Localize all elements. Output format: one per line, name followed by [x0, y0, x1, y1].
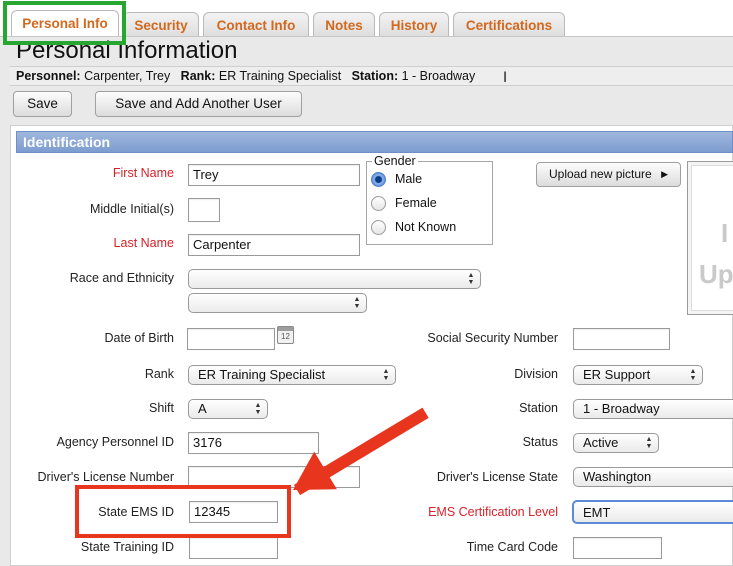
- station-summary-value: 1 - Broadway: [401, 69, 476, 83]
- middle-initial-field[interactable]: [188, 198, 220, 222]
- status-value: Active: [583, 435, 619, 450]
- status-select[interactable]: Active ▲ ▼: [573, 433, 659, 453]
- gender-female-label: Female: [395, 196, 437, 210]
- select-arrows-icon: ▲ ▼: [353, 296, 361, 310]
- upload-new-picture-button[interactable]: Upload new picture ▶: [536, 162, 681, 187]
- gender-male-radio[interactable]: [371, 172, 386, 187]
- rank-select[interactable]: ER Training Specialist ▲ ▼: [188, 365, 396, 385]
- state-training-id-label: State Training ID: [80, 540, 174, 554]
- station-summary-label: Station:: [351, 69, 399, 83]
- picture-placeholder-text-1: I: [721, 218, 729, 248]
- personnel-summary-bar: Personnel: Carpenter, Trey Rank: ER Trai…: [10, 66, 733, 86]
- state-training-id-field[interactable]: [189, 537, 278, 559]
- rank-summary-value: ER Training Specialist: [218, 69, 342, 83]
- personnel-label: Personnel:: [16, 69, 81, 83]
- ems-certification-level-label: EMS Certification Level: [428, 505, 558, 519]
- ems-certification-level-select[interactable]: EMT: [572, 500, 733, 524]
- agency-personnel-id-field[interactable]: 3176: [188, 432, 319, 454]
- gender-not-known-radio[interactable]: [371, 220, 386, 235]
- tab-history[interactable]: History: [379, 12, 449, 38]
- select-arrows-icon: ▲ ▼: [382, 368, 390, 382]
- identification-section-header: Identification: [16, 131, 733, 153]
- date-of-birth-field[interactable]: [187, 328, 275, 350]
- drivers-license-number-label: Driver's License Number: [37, 470, 174, 484]
- last-name-field[interactable]: Carpenter: [188, 234, 360, 256]
- shift-select[interactable]: A ▲ ▼: [188, 399, 268, 419]
- calendar-icon[interactable]: 12: [277, 326, 294, 344]
- save-and-add-another-user-button[interactable]: Save and Add Another User: [95, 91, 302, 117]
- gender-legend: Gender: [372, 154, 418, 168]
- text-cursor-icon: I: [503, 70, 508, 86]
- ssn-field[interactable]: [573, 328, 670, 350]
- tab-security[interactable]: Security: [123, 12, 199, 38]
- division-value: ER Support: [583, 367, 651, 382]
- shift-label: Shift: [148, 401, 174, 415]
- ssn-label: Social Security Number: [427, 331, 558, 345]
- first-name-field[interactable]: Trey: [188, 164, 360, 186]
- race-ethnicity-select-1[interactable]: ▲ ▼: [188, 269, 481, 289]
- last-name-label: Last Name: [113, 236, 174, 250]
- time-card-code-label: Time Card Code: [466, 540, 558, 554]
- drivers-license-state-value: Washington: [583, 469, 652, 484]
- rank-label: Rank: [144, 367, 174, 381]
- division-select[interactable]: ER Support ▲ ▼: [573, 365, 703, 385]
- middle-initial-label: Middle Initial(s): [89, 202, 174, 216]
- tab-contact-info[interactable]: Contact Info: [203, 12, 309, 38]
- upload-button-label: Upload new picture: [549, 167, 652, 181]
- date-of-birth-label: Date of Birth: [104, 331, 174, 345]
- picture-placeholder-text-2: Up: [699, 259, 733, 289]
- select-arrows-icon: ▲ ▼: [467, 272, 475, 286]
- select-arrows-icon: ▲ ▼: [689, 368, 697, 382]
- station-value: 1 - Broadway: [583, 401, 660, 416]
- gender-male-label: Male: [395, 172, 423, 186]
- rank-value: ER Training Specialist: [198, 367, 326, 382]
- tab-notes[interactable]: Notes: [313, 12, 375, 38]
- play-arrow-icon: ▶: [661, 169, 668, 179]
- personnel-value: Carpenter, Trey: [84, 69, 171, 83]
- division-label: Division: [514, 367, 558, 381]
- station-select[interactable]: 1 - Broadway: [573, 399, 733, 419]
- agency-personnel-id-label: Agency Personnel ID: [56, 435, 174, 449]
- first-name-label: First Name: [112, 166, 174, 180]
- state-ems-id-highlight-box: [75, 485, 291, 538]
- gender-not-known-label: Not Known: [395, 220, 457, 234]
- race-ethnicity-select-2[interactable]: ▲ ▼: [188, 293, 367, 313]
- drivers-license-state-select[interactable]: Washington: [573, 467, 733, 487]
- time-card-code-field[interactable]: [573, 537, 662, 559]
- gender-female-radio[interactable]: [371, 196, 386, 211]
- select-arrows-icon: ▲ ▼: [254, 402, 262, 416]
- drivers-license-state-label: Driver's License State: [436, 470, 558, 484]
- status-label: Status: [522, 435, 558, 449]
- rank-summary-label: Rank:: [180, 69, 216, 83]
- shift-value: A: [198, 401, 207, 416]
- save-button[interactable]: Save: [13, 91, 72, 117]
- select-arrows-icon: ▲ ▼: [645, 436, 653, 450]
- ems-certification-level-value: EMT: [583, 505, 611, 520]
- active-tab-highlight-box: [3, 1, 126, 45]
- tab-certifications[interactable]: Certifications: [453, 12, 565, 38]
- race-ethnicity-label: Race and Ethnicity: [69, 271, 174, 285]
